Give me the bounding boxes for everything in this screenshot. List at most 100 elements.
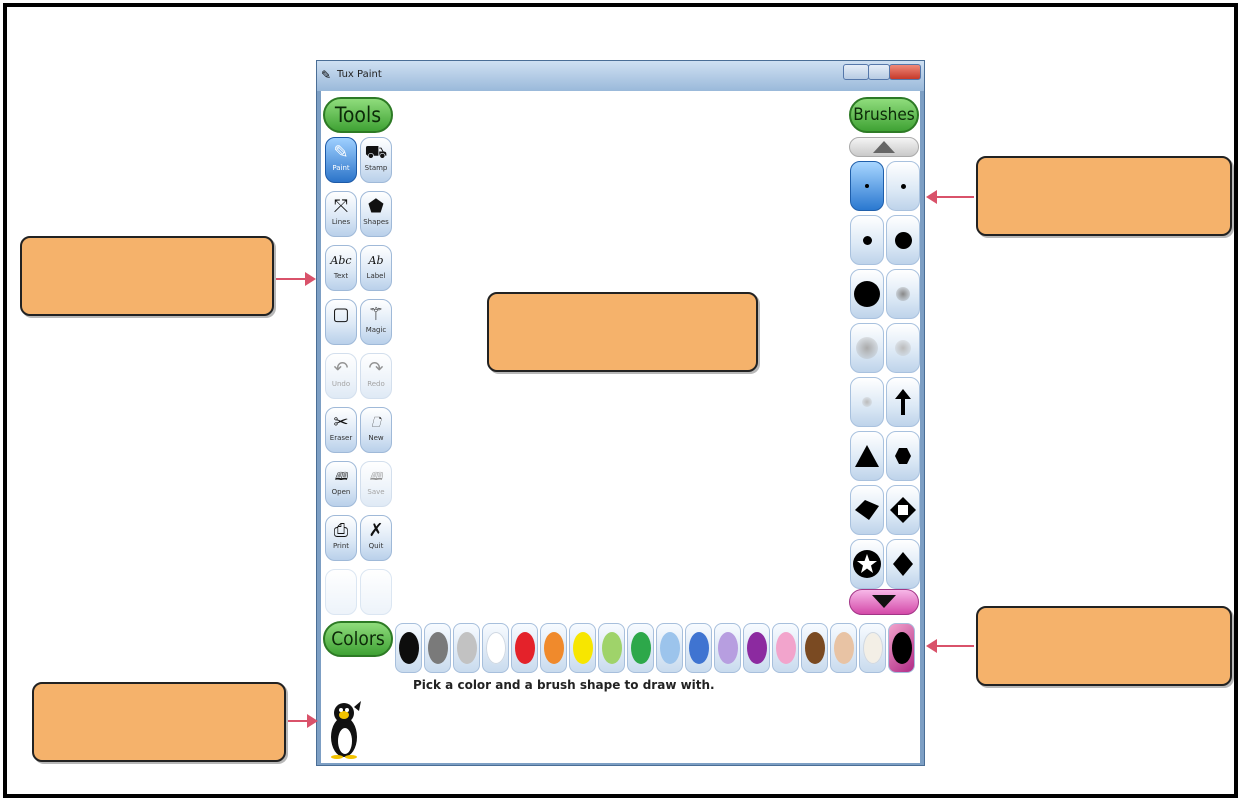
brush-option[interactable] <box>850 215 884 265</box>
tools-callout-box <box>20 236 274 316</box>
maximize-button[interactable] <box>868 64 890 80</box>
brush-diamond-arrow-icon <box>855 500 879 520</box>
tool-redo-button[interactable]: ↷ Redo <box>360 353 392 399</box>
brush-option[interactable] <box>850 269 884 319</box>
tool-new-button[interactable]: 🗋 New <box>360 407 392 453</box>
brushes-header: Brushes <box>849 97 919 133</box>
tux-penguin-icon <box>327 699 363 763</box>
tool-label: New <box>368 434 384 442</box>
color-swatch[interactable] <box>714 623 741 673</box>
tool-open-button[interactable]: 🕮 Open <box>325 461 357 507</box>
tool-shapes-button[interactable]: ⬟ Shapes <box>360 191 392 237</box>
tool-magic-button[interactable]: ⚚ Magic <box>360 299 392 345</box>
color-swatch[interactable] <box>424 623 451 673</box>
brush-option[interactable] <box>886 323 920 373</box>
color-swatch[interactable] <box>453 623 480 673</box>
tool-fill-button[interactable]: ▢ <box>325 299 357 345</box>
colors-header: Colors <box>323 621 393 657</box>
brush-option[interactable] <box>850 377 884 427</box>
color-swatch[interactable] <box>801 623 828 673</box>
color-swatch[interactable] <box>743 623 770 673</box>
tool-label: Eraser <box>329 434 353 442</box>
tool-label: Label <box>366 272 386 280</box>
tool-print-button[interactable]: ⎙ Print <box>325 515 357 561</box>
color-swatch[interactable] <box>627 623 654 673</box>
minimize-button[interactable] <box>843 64 869 80</box>
tool-paint-button[interactable]: ✎ Paint <box>325 137 357 183</box>
tool-text-button[interactable]: Abc Text <box>325 245 357 291</box>
color-dot <box>427 632 448 664</box>
tool-label: Redo <box>367 380 385 388</box>
quit-x-icon: ✗ <box>368 520 384 541</box>
brush-option[interactable] <box>886 377 920 427</box>
tool-undo-button[interactable]: ↶ Undo <box>325 353 357 399</box>
brush-option[interactable] <box>886 539 920 589</box>
brush-option[interactable] <box>850 539 884 589</box>
brush-hexagon-icon <box>895 448 911 464</box>
tools-pointer-arrow <box>276 272 316 286</box>
color-swatch[interactable] <box>482 623 509 673</box>
color-swatch[interactable] <box>888 623 915 673</box>
close-button[interactable] <box>889 64 921 80</box>
brush-option[interactable] <box>850 485 884 535</box>
tool-label: Paint <box>332 164 350 172</box>
tool-save-button[interactable]: 🕮 Save <box>360 461 392 507</box>
status-pointer-arrow <box>288 714 318 728</box>
brush-tiny-dot-icon <box>865 184 869 188</box>
color-swatch[interactable] <box>598 623 625 673</box>
color-dot <box>630 632 651 664</box>
open-book-icon: 🕮 <box>334 470 348 483</box>
brush-option[interactable] <box>886 269 920 319</box>
tux-paint-window: ✎ Tux Paint Tools ✎ Paint ⛟ Stamp ⤧ Lines ⬟ Sha… <box>316 60 925 766</box>
color-swatch[interactable] <box>772 623 799 673</box>
color-swatch[interactable] <box>511 623 538 673</box>
brush-option[interactable] <box>886 431 920 481</box>
pentagon-icon: ⬟ <box>368 196 384 217</box>
brush-triangle-icon <box>855 445 879 467</box>
color-swatch[interactable] <box>685 623 712 673</box>
undo-icon: ↶ <box>333 358 349 379</box>
color-dot <box>746 632 767 664</box>
color-swatch[interactable] <box>656 623 683 673</box>
tool-stamp-button[interactable]: ⛟ Stamp <box>360 137 392 183</box>
brush-diamond-icon <box>893 552 913 576</box>
color-dot <box>601 632 622 664</box>
brushes-scroll-down-button[interactable] <box>849 589 919 615</box>
color-dot <box>659 632 680 664</box>
tool-empty-slot <box>360 569 392 615</box>
tool-lines-button[interactable]: ⤧ Lines <box>325 191 357 237</box>
color-swatch[interactable] <box>830 623 857 673</box>
tux-paint-app-icon: ✎ <box>321 68 332 82</box>
save-book-icon: 🕮 <box>369 470 383 483</box>
tool-label: Shapes <box>363 218 389 226</box>
brush-option[interactable] <box>886 485 920 535</box>
brush-option[interactable] <box>886 161 920 211</box>
tool-label-button[interactable]: Ab Label <box>360 245 392 291</box>
brush-octagon-ring-icon <box>890 497 916 523</box>
brush-star-ring-icon <box>853 550 881 578</box>
eraser-icon: ✂ <box>333 412 349 433</box>
label-icon: Ab <box>368 254 384 267</box>
brush-fuzzy-medium-icon <box>895 340 911 356</box>
status-message: Pick a color and a brush shape to draw w… <box>413 678 715 692</box>
brushes-scroll-up-button[interactable] <box>849 137 919 157</box>
redo-icon: ↷ <box>368 358 384 379</box>
color-swatch[interactable] <box>540 623 567 673</box>
canvas-callout-box <box>487 292 758 372</box>
color-swatch[interactable] <box>569 623 596 673</box>
color-dot <box>804 632 825 664</box>
tool-quit-button[interactable]: ✗ Quit <box>360 515 392 561</box>
color-dot <box>456 632 477 664</box>
brush-option[interactable] <box>850 161 884 211</box>
printer-icon: ⎙ <box>333 520 349 541</box>
tool-label: Undo <box>331 380 351 388</box>
brush-option[interactable] <box>850 431 884 481</box>
brush-option[interactable] <box>886 215 920 265</box>
app-client-area: Tools ✎ Paint ⛟ Stamp ⤧ Lines ⬟ Shapes Abc Text Ab… <box>321 91 920 763</box>
color-swatch[interactable] <box>395 623 422 673</box>
brush-fuzzy-small-icon <box>896 287 910 301</box>
tool-eraser-button[interactable]: ✂ Eraser <box>325 407 357 453</box>
brush-option[interactable] <box>850 323 884 373</box>
color-swatch[interactable] <box>859 623 886 673</box>
tool-label: Open <box>331 488 351 496</box>
